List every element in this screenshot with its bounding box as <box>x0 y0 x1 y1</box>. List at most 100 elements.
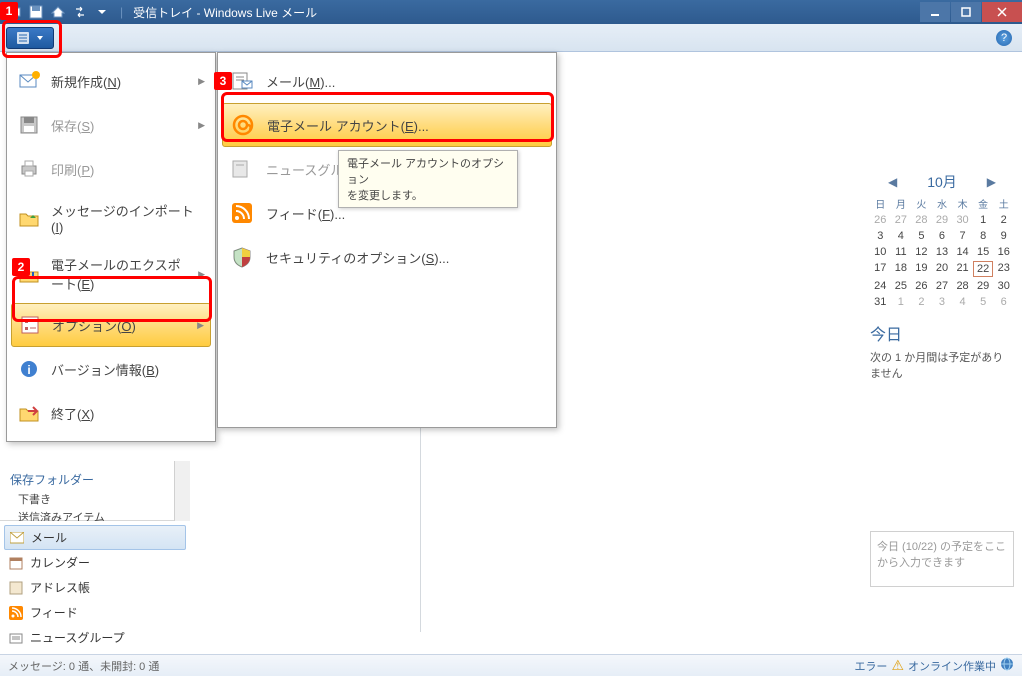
cal-day[interactable]: 25 <box>891 279 912 293</box>
file-menu-button[interactable] <box>6 27 54 49</box>
cal-day[interactable]: 30 <box>952 213 973 227</box>
titlebar-divider: | <box>120 5 123 19</box>
cal-day[interactable]: 10 <box>870 245 891 259</box>
cal-day[interactable]: 14 <box>952 245 973 259</box>
calendar-pane: ◀ 10月 ▶ 日月火水木金土 262728293012345678910111… <box>862 162 1022 654</box>
sidebar: 保存フォルダー 下書き 送信済みアイテム メール カレンダー アドレス帳 フィー… <box>0 461 190 654</box>
help-icon[interactable]: ? <box>996 30 1012 46</box>
warning-icon: ⚠ <box>891 657 904 674</box>
cal-day[interactable]: 2 <box>993 213 1014 227</box>
info-icon: i <box>17 357 41 381</box>
menu-about-label: バージョン情報(B) <box>51 360 205 379</box>
calendar-month: 10月 <box>927 172 957 192</box>
cal-day[interactable]: 2 <box>911 295 932 309</box>
status-left: メッセージ: 0 通、未開封: 0 通 <box>8 658 159 674</box>
minimize-button[interactable] <box>920 2 950 22</box>
cal-day[interactable]: 28 <box>952 279 973 293</box>
cal-day[interactable]: 9 <box>993 229 1014 243</box>
menu-print-label: 印刷(P) <box>51 160 205 179</box>
cal-day[interactable]: 27 <box>891 213 912 227</box>
nav-mail[interactable]: メール <box>4 525 186 550</box>
cal-day[interactable]: 1 <box>973 213 994 227</box>
cal-day[interactable]: 22 <box>973 261 994 277</box>
submenu-account[interactable]: 電子メール アカウント(E)... <box>222 103 552 147</box>
quick-access-toolbar: | 受信トレイ - Windows Live メール <box>0 4 317 21</box>
cal-day[interactable]: 27 <box>932 279 953 293</box>
contacts-icon <box>8 580 24 596</box>
menu-import[interactable]: メッセージのインポート(I) <box>7 191 215 245</box>
cal-day[interactable]: 17 <box>870 261 891 277</box>
sidebar-nav: メール カレンダー アドレス帳 フィード ニュースグループ <box>0 521 190 654</box>
cal-day[interactable]: 4 <box>952 295 973 309</box>
qat-save-icon[interactable] <box>28 4 44 20</box>
cal-day[interactable]: 12 <box>911 245 932 259</box>
menu-save[interactable]: 保存(S) ▶ <box>7 103 215 147</box>
submenu-security[interactable]: セキュリティのオプション(S)... <box>218 235 556 279</box>
cal-day[interactable]: 13 <box>932 245 953 259</box>
menu-print[interactable]: 印刷(P) <box>7 147 215 191</box>
menu-exit[interactable]: 終了(X) <box>7 391 215 435</box>
callout-1-badge: 1 <box>0 2 18 20</box>
qat-home-icon[interactable] <box>50 4 66 20</box>
nav-newsgroup[interactable]: ニュースグループ <box>0 625 190 650</box>
cal-day[interactable]: 8 <box>973 229 994 243</box>
cal-day[interactable]: 15 <box>973 245 994 259</box>
cal-day[interactable]: 26 <box>911 279 932 293</box>
cal-day[interactable]: 16 <box>993 245 1014 259</box>
cal-day[interactable]: 31 <box>870 295 891 309</box>
close-button[interactable] <box>982 2 1022 22</box>
qat-swap-icon[interactable] <box>72 4 88 20</box>
nav-feed[interactable]: フィード <box>0 600 190 625</box>
qat-dropdown-icon[interactable] <box>94 4 110 20</box>
sent-folder[interactable]: 送信済みアイテム <box>10 508 180 521</box>
sidebar-folders: 保存フォルダー 下書き 送信済みアイテム <box>0 461 190 521</box>
cal-day[interactable]: 7 <box>952 229 973 243</box>
cal-day[interactable]: 21 <box>952 261 973 277</box>
cal-day[interactable]: 6 <box>993 295 1014 309</box>
cal-day[interactable]: 3 <box>870 229 891 243</box>
cal-day[interactable]: 28 <box>911 213 932 227</box>
cal-day[interactable]: 29 <box>932 213 953 227</box>
cal-day[interactable]: 11 <box>891 245 912 259</box>
feed-options-icon <box>230 201 254 225</box>
nav-contacts-label: アドレス帳 <box>30 579 90 596</box>
chevron-right-icon: ▶ <box>198 269 205 280</box>
cal-day[interactable]: 4 <box>891 229 912 243</box>
cal-next-button[interactable]: ▶ <box>987 175 996 189</box>
cal-day[interactable]: 26 <box>870 213 891 227</box>
cal-day[interactable]: 1 <box>891 295 912 309</box>
maximize-button[interactable] <box>951 2 981 22</box>
sidebar-scrollbar[interactable] <box>174 461 190 521</box>
cal-prev-button[interactable]: ◀ <box>888 175 897 189</box>
cal-day[interactable]: 3 <box>932 295 953 309</box>
submenu-mail-label: メール(M)... <box>266 72 335 91</box>
save-folder[interactable]: 保存フォルダー <box>10 469 180 490</box>
nav-mail-label: メール <box>31 529 67 546</box>
menu-new[interactable]: 新規作成(N) ▶ <box>7 59 215 103</box>
cal-day[interactable]: 20 <box>932 261 953 277</box>
newsgroup-options-icon <box>230 157 254 181</box>
cal-day[interactable]: 5 <box>973 295 994 309</box>
nav-contacts[interactable]: アドレス帳 <box>0 575 190 600</box>
drafts-folder[interactable]: 下書き <box>10 490 180 508</box>
menu-export[interactable]: 電子メールのエクスポート(E) ▶ <box>7 245 215 303</box>
status-error[interactable]: エラー <box>854 658 887 674</box>
exit-icon <box>17 401 41 425</box>
menu-about[interactable]: i バージョン情報(B) <box>7 347 215 391</box>
menu-options[interactable]: オプション(O) ▶ <box>11 303 211 347</box>
nav-calendar[interactable]: カレンダー <box>0 550 190 575</box>
menu-export-label: 電子メールのエクスポート(E) <box>51 255 188 293</box>
chevron-right-icon: ▶ <box>198 120 205 131</box>
submenu-mail[interactable]: メール(M)... <box>218 59 556 103</box>
cal-day[interactable]: 5 <box>911 229 932 243</box>
cal-day[interactable]: 24 <box>870 279 891 293</box>
cal-day[interactable]: 18 <box>891 261 912 277</box>
nav-feed-label: フィード <box>30 604 78 621</box>
cal-day[interactable]: 19 <box>911 261 932 277</box>
today-event-input[interactable]: 今日 (10/22) の予定をここから入力できます <box>870 531 1014 587</box>
cal-day[interactable]: 23 <box>993 261 1014 277</box>
cal-day[interactable]: 6 <box>932 229 953 243</box>
cal-day[interactable]: 30 <box>993 279 1014 293</box>
cal-day[interactable]: 29 <box>973 279 994 293</box>
today-title: 今日 <box>870 321 1014 345</box>
